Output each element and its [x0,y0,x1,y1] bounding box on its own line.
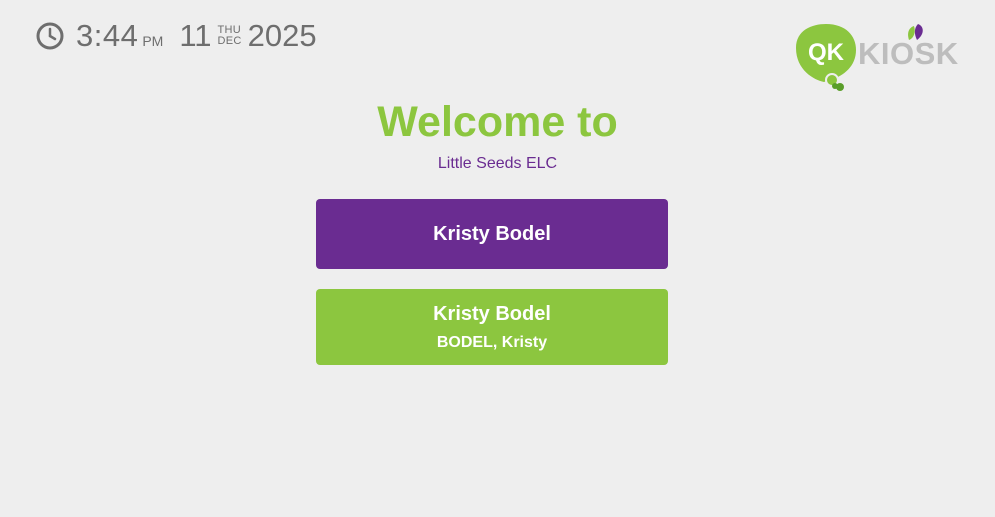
logo-badge-text: QK [808,39,845,66]
user-button-child[interactable]: Kristy Bodel BODEL, Kristy [316,289,668,365]
date-month: DEC [217,35,242,47]
date-year: 2025 [247,18,317,53]
qk-kiosk-logo: QK KIOSK [790,20,960,95]
clock-icon [36,22,64,50]
clock-ampm: PM [142,33,164,49]
logo-word-text: KIOSK [858,36,959,71]
clock-time: 3:44 [76,18,139,53]
user-button-child-label: Kristy Bodel [433,302,551,325]
user-button-primary[interactable]: Kristy Bodel [316,199,668,269]
user-button-child-sublabel: BODEL, Kristy [436,333,548,351]
welcome-title: Welcome to [377,98,618,146]
organization-name: Little Seeds ELC [437,155,558,172]
date-dow-month: THU DEC [218,25,242,47]
user-button-primary-label: Kristy Bodel [433,222,551,245]
date-day: 11 [179,18,212,53]
clock-bar: 3:44 PM 11 THU DEC 2025 [36,14,317,58]
